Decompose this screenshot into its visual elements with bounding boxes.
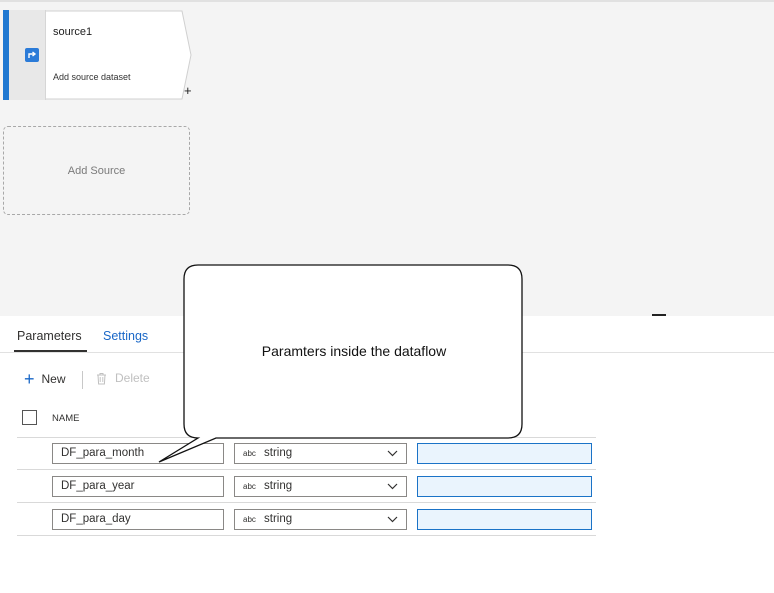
callout-text: Paramters inside the dataflow xyxy=(261,343,447,359)
callout-bubble xyxy=(158,264,523,463)
